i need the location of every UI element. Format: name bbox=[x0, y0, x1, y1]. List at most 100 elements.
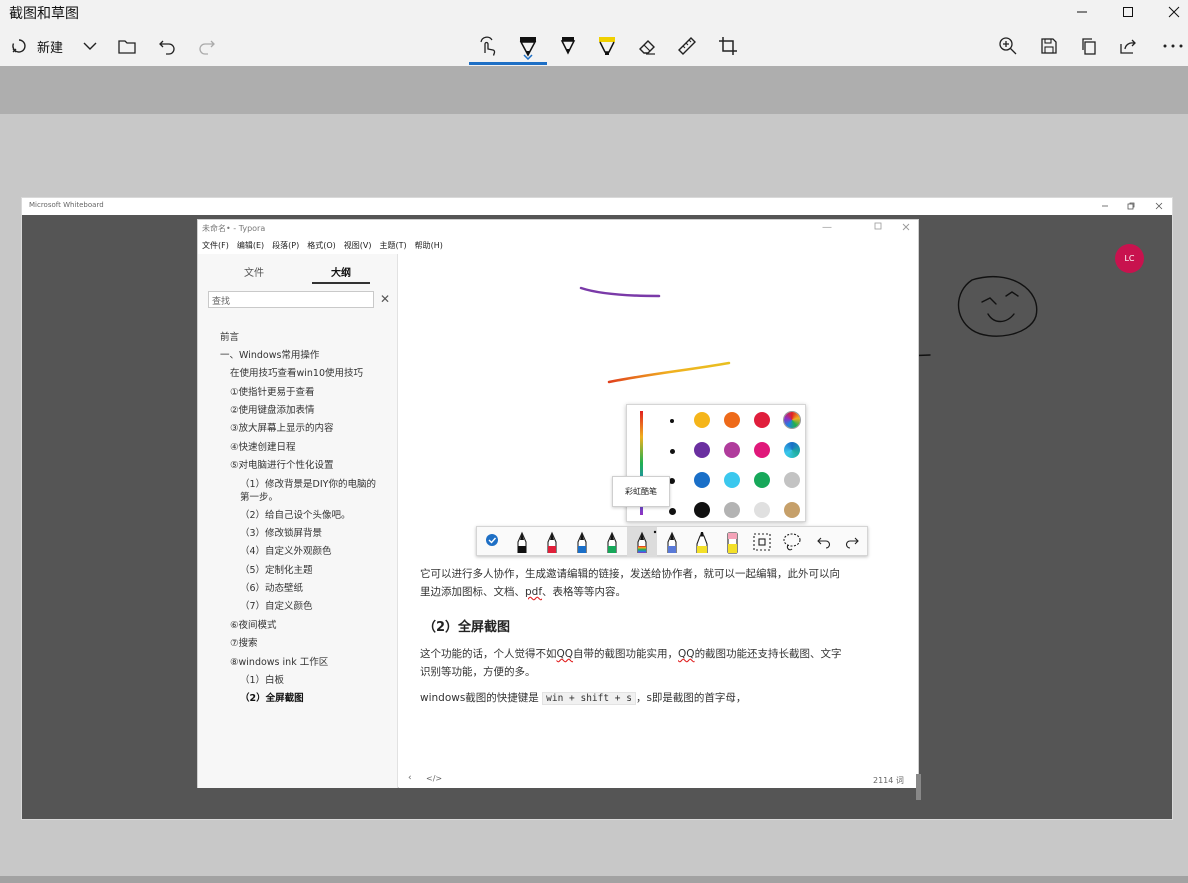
stroke-size-small[interactable] bbox=[665, 414, 679, 428]
pencil-button[interactable] bbox=[552, 30, 584, 62]
share-button[interactable] bbox=[1112, 30, 1144, 62]
whiteboard-close-button[interactable] bbox=[1146, 199, 1172, 213]
outline-item[interactable]: ⑧windows ink 工作区 bbox=[230, 654, 328, 668]
outline-item[interactable]: ③放大屏幕上显示的内容 bbox=[230, 420, 334, 434]
outline-item[interactable]: （5）定制化主题 bbox=[240, 562, 313, 576]
outline-item[interactable]: ①使指针更易于查看 bbox=[230, 384, 315, 398]
scrollbar-thumb[interactable] bbox=[916, 774, 921, 800]
outline-item[interactable]: （1）修改背景是DIY你的电脑的 bbox=[240, 476, 376, 490]
outline-item[interactable]: ②使用键盘添加表情 bbox=[230, 402, 315, 416]
menu-theme[interactable]: 主题(T) bbox=[379, 240, 406, 252]
close-button[interactable] bbox=[1151, 0, 1188, 24]
paragraph-2-line-2: 识别等功能，方便的多。 bbox=[420, 666, 536, 678]
outline-item[interactable]: （4）自定义外观颜色 bbox=[240, 543, 332, 557]
color-swatch[interactable] bbox=[724, 412, 740, 428]
menu-paragraph[interactable]: 段落(P) bbox=[272, 240, 299, 252]
menu-edit[interactable]: 编辑(E) bbox=[237, 240, 264, 252]
color-swatch[interactable] bbox=[784, 472, 800, 488]
black-pen[interactable] bbox=[510, 530, 534, 554]
galaxy-pen[interactable] bbox=[660, 530, 684, 554]
paragraph-1-line-1: 它可以进行多人协作，生成邀请编辑的链接，发送给协作者，就可以一起编辑，此外可以向 bbox=[420, 568, 840, 580]
menu-help[interactable]: 帮助(H) bbox=[415, 240, 443, 252]
paragraph-1-line-2: 里边添加图标、文档、pdf、表格等等内容。 bbox=[420, 583, 626, 601]
avatar[interactable]: LC bbox=[1115, 244, 1144, 273]
check-icon[interactable] bbox=[483, 531, 507, 555]
search-clear-icon[interactable]: ✕ bbox=[380, 292, 390, 306]
whiteboard-undo-button[interactable] bbox=[812, 530, 836, 554]
more-options-button[interactable] bbox=[1157, 30, 1188, 62]
outline-item[interactable]: （7）自定义颜色 bbox=[240, 598, 313, 612]
ruler-button[interactable] bbox=[671, 30, 703, 62]
undo-button[interactable] bbox=[151, 30, 183, 62]
tab-outline[interactable]: 大纲 bbox=[331, 264, 351, 279]
color-swatch[interactable] bbox=[694, 442, 710, 458]
new-label[interactable]: 新建 bbox=[37, 37, 63, 56]
crop-icon bbox=[719, 37, 737, 55]
rainbow-pen[interactable] bbox=[630, 530, 654, 554]
outline-item[interactable]: ⑤对电脑进行个性化设置 bbox=[230, 457, 334, 471]
crop-button[interactable] bbox=[712, 30, 744, 62]
color-swatch[interactable] bbox=[754, 442, 770, 458]
color-swatch[interactable] bbox=[694, 472, 710, 488]
menu-view[interactable]: 视图(V) bbox=[344, 240, 372, 252]
outline-item-active[interactable]: （2）全屏截图 bbox=[240, 690, 304, 704]
typora-maximize-button[interactable] bbox=[874, 222, 882, 230]
whiteboard-pen-toolbar bbox=[476, 526, 868, 557]
copy-button[interactable] bbox=[1073, 30, 1105, 62]
color-swatch[interactable] bbox=[724, 502, 740, 518]
outline-item[interactable]: 前言 bbox=[220, 329, 239, 343]
outline-item[interactable]: 一、Windows常用操作 bbox=[220, 347, 319, 361]
sidebar-toggle[interactable]: ‹ bbox=[408, 773, 412, 783]
whiteboard-restore-button[interactable] bbox=[1118, 199, 1144, 213]
new-snip-button[interactable] bbox=[3, 30, 35, 62]
outline-item[interactable]: （1）白板 bbox=[240, 672, 284, 686]
stroke-size-medium-small[interactable] bbox=[665, 444, 679, 458]
outline-item[interactable]: ④快速创建日程 bbox=[230, 439, 296, 453]
ruler-tool[interactable] bbox=[750, 530, 774, 554]
typora-close-button[interactable] bbox=[902, 223, 910, 231]
green-pen[interactable] bbox=[600, 530, 624, 554]
outline-item[interactable]: （6）动态壁纸 bbox=[240, 580, 303, 594]
outline-item[interactable]: （3）修改锁屏背景 bbox=[240, 525, 322, 539]
color-swatch[interactable] bbox=[694, 412, 710, 428]
menu-file[interactable]: 文件(F) bbox=[202, 240, 229, 252]
outline-item[interactable]: （2）给自己设个头像吧。 bbox=[240, 507, 351, 521]
zoom-button[interactable] bbox=[992, 30, 1024, 62]
redo-button[interactable] bbox=[191, 30, 223, 62]
red-pen[interactable] bbox=[540, 530, 564, 554]
color-swatch[interactable] bbox=[754, 502, 770, 518]
pen-options-chevron[interactable] bbox=[523, 54, 533, 60]
new-dropdown-button[interactable] bbox=[74, 30, 106, 62]
color-swatch[interactable] bbox=[724, 472, 740, 488]
tab-files[interactable]: 文件 bbox=[244, 264, 264, 279]
color-swatch[interactable] bbox=[694, 502, 710, 518]
whiteboard-redo-button[interactable] bbox=[840, 530, 864, 554]
whiteboard-minimize-button[interactable] bbox=[1092, 199, 1118, 213]
color-swatch[interactable] bbox=[784, 502, 800, 518]
maximize-button[interactable] bbox=[1105, 0, 1151, 24]
color-swatch[interactable] bbox=[784, 412, 800, 428]
color-swatch[interactable] bbox=[754, 412, 770, 428]
outline-item[interactable]: 在使用技巧查看win10使用技巧 bbox=[230, 365, 363, 379]
color-swatch[interactable] bbox=[724, 442, 740, 458]
color-swatch[interactable] bbox=[754, 472, 770, 488]
open-file-button[interactable] bbox=[111, 30, 143, 62]
eraser-button[interactable] bbox=[631, 30, 663, 62]
touch-writing-button[interactable] bbox=[472, 30, 504, 62]
minimize-button[interactable] bbox=[1059, 0, 1105, 24]
save-button[interactable] bbox=[1033, 30, 1065, 62]
outline-item[interactable]: ⑦搜索 bbox=[230, 635, 258, 649]
lasso-tool[interactable] bbox=[780, 530, 804, 554]
blue-pen[interactable] bbox=[570, 530, 594, 554]
typora-minimize-button[interactable]: — bbox=[822, 222, 832, 233]
typora-menubar: 文件(F) 编辑(E) 段落(P) 格式(O) 视图(V) 主题(T) 帮助(H… bbox=[202, 240, 443, 252]
color-swatch[interactable] bbox=[784, 442, 800, 458]
outline-item[interactable]: 第一步。 bbox=[240, 489, 278, 503]
outline-item[interactable]: ⑥夜间模式 bbox=[230, 617, 277, 631]
source-mode-toggle[interactable]: </> bbox=[426, 774, 442, 783]
outline-search-input[interactable]: 查找 bbox=[208, 291, 374, 308]
highlighter-pen[interactable] bbox=[690, 530, 714, 554]
menu-format[interactable]: 格式(O) bbox=[307, 240, 336, 252]
eraser-tool[interactable] bbox=[720, 530, 744, 554]
highlighter-button[interactable] bbox=[591, 30, 623, 62]
